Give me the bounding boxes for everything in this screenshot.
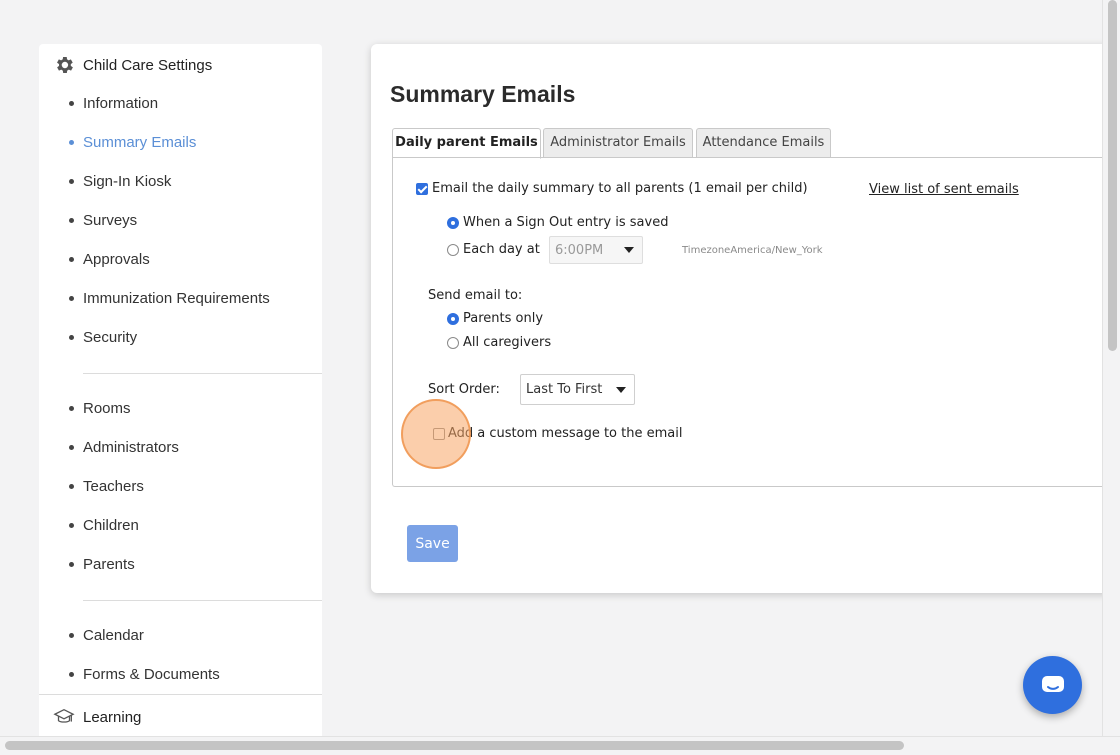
parents-only-label: Parents only (463, 311, 544, 326)
graduation-cap-icon (53, 708, 75, 723)
bullet (69, 256, 74, 262)
bullet (69, 632, 74, 638)
sidebar-item-rooms[interactable]: Rooms (39, 397, 131, 419)
sort-order-value: Last To First (526, 382, 603, 397)
sidebar-item-immunization[interactable]: Immunization Requirements (39, 287, 270, 309)
custom-message-row: Add a custom message to the email (433, 426, 682, 441)
sort-order-select[interactable]: Last To First (520, 374, 635, 405)
sidebar-item-teachers[interactable]: Teachers (39, 475, 144, 497)
sidebar-item-label: Summary Emails (83, 133, 197, 151)
bullet (69, 100, 74, 106)
sidebar-item-label: Immunization Requirements (83, 289, 270, 307)
vertical-scrollbar[interactable] (1102, 0, 1120, 736)
sidebar-item-label: Parents (83, 555, 135, 573)
all-caregivers-label: All caregivers (463, 335, 552, 350)
bullet (69, 483, 74, 489)
sidebar-item-label: Rooms (83, 399, 131, 417)
custom-message-checkbox[interactable] (433, 427, 445, 440)
vertical-scrollbar-thumb[interactable] (1108, 0, 1117, 351)
send-to-label: Send email to: (428, 288, 523, 303)
parents-only-row: Parents only (447, 311, 543, 326)
sidebar-item-label: Teachers (83, 477, 144, 495)
bullet (69, 217, 74, 223)
each-day-label: Each day at (463, 242, 540, 257)
bullet (69, 178, 74, 184)
daily-summary-row: Email the daily summary to all parents (… (416, 181, 808, 196)
view-sent-emails-row: View list of sent emails (869, 182, 1019, 197)
sidebar-item-label: Sign-In Kiosk (83, 172, 172, 190)
bullet (69, 334, 74, 340)
bullet (69, 444, 74, 450)
bullet (69, 671, 74, 677)
all-caregivers-row: All caregivers (447, 335, 551, 350)
bullet (69, 522, 74, 528)
chevron-down-icon (616, 387, 626, 393)
horizontal-scrollbar[interactable] (0, 736, 1120, 755)
time-select-value: 6:00PM (555, 242, 604, 258)
sidebar-item-label: Calendar (83, 626, 144, 644)
bullet (69, 405, 74, 411)
sidebar-item-summary-emails[interactable]: Summary Emails (39, 131, 196, 153)
sidebar-item-label: Children (83, 516, 139, 534)
sidebar-item-approvals[interactable]: Approvals (39, 248, 150, 270)
timing-each-day-row: Each day at (447, 242, 540, 257)
sidebar-item-label: Security (83, 328, 138, 346)
chevron-down-icon (624, 247, 634, 253)
chat-icon (1041, 676, 1064, 692)
sidebar-item-label: Forms & Documents (83, 665, 220, 683)
sidebar-item-parents[interactable]: Parents (39, 553, 135, 575)
sidebar-item-calendar[interactable]: Calendar (39, 624, 144, 646)
sidebar-divider (83, 600, 322, 601)
sidebar-item-children[interactable]: Children (39, 514, 139, 536)
bullet (69, 295, 74, 301)
sidebar-title: Child Care Settings (83, 56, 213, 74)
custom-message-label: Add a custom message to the email (448, 426, 683, 441)
sidebar-item-security[interactable]: Security (39, 326, 137, 348)
sidebar-item-surveys[interactable]: Surveys (39, 209, 137, 231)
sidebar-header: Child Care Settings (53, 54, 212, 76)
parents-only-radio[interactable] (447, 312, 459, 325)
bullet (69, 139, 74, 145)
tab-daily-parent-emails[interactable]: Daily parent Emails (392, 128, 541, 159)
sidebar-item-sign-in-kiosk[interactable]: Sign-In Kiosk (39, 170, 171, 192)
sidebar-item-label: Information (83, 94, 159, 112)
sidebar-divider (83, 373, 322, 374)
daily-parent-emails-content: Email the daily summary to all parents (… (392, 157, 1108, 487)
chat-launcher-button[interactable] (1023, 656, 1082, 714)
sidebar-item-label: Approvals (83, 250, 150, 268)
sort-order-label: Sort Order: (428, 382, 500, 397)
view-sent-emails-link[interactable]: View list of sent emails (869, 182, 1019, 197)
timezone-label: TimezoneAmerica/New_York (682, 245, 823, 256)
sign-out-label: When a Sign Out entry is saved (463, 215, 669, 230)
sidebar-item-learning[interactable]: Learning (39, 694, 322, 739)
page-title: Summary Emails (390, 81, 576, 107)
daily-summary-checkbox[interactable] (416, 182, 428, 195)
horizontal-scrollbar-thumb[interactable] (5, 741, 904, 750)
sidebar-item-label: Administrators (83, 438, 179, 456)
sign-out-radio[interactable] (447, 216, 459, 229)
sidebar-item-forms-documents[interactable]: Forms & Documents (39, 663, 220, 685)
time-select[interactable]: 6:00PM (549, 236, 643, 264)
tab-administrator-emails[interactable]: Administrator Emails (543, 128, 693, 158)
tab-attendance-emails[interactable]: Attendance Emails (696, 128, 831, 158)
all-caregivers-radio[interactable] (447, 336, 459, 349)
save-button[interactable]: Save (407, 525, 458, 562)
sidebar-item-information[interactable]: Information (39, 92, 158, 114)
sidebar-item-administrators[interactable]: Administrators (39, 436, 179, 458)
settings-sidebar: Child Care Settings Information Summary … (39, 44, 322, 744)
sidebar-learning-label: Learning (83, 708, 142, 726)
each-day-radio[interactable] (447, 243, 459, 256)
timing-sign-out-row: When a Sign Out entry is saved (447, 215, 668, 230)
bullet (69, 561, 74, 567)
daily-summary-label: Email the daily summary to all parents (… (432, 181, 808, 196)
gear-icon (57, 57, 73, 73)
summary-emails-panel: Summary Emails Daily parent Emails Admin… (371, 44, 1111, 593)
sidebar-item-label: Surveys (83, 211, 138, 229)
